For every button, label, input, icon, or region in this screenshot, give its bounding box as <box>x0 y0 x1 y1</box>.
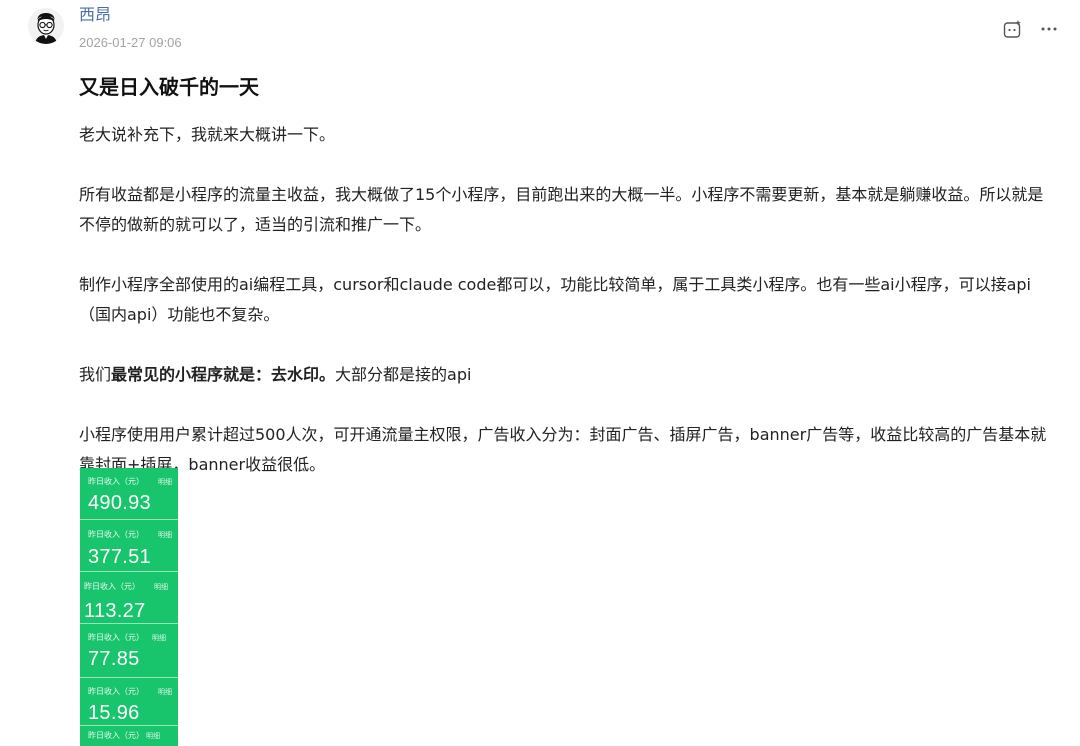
post-actions <box>1002 18 1060 40</box>
revenue-value: 113.27 <box>84 600 146 622</box>
paragraph-common-apps-post: 大部分都是接的api <box>335 365 472 384</box>
revenue-value: 377.51 <box>88 546 151 568</box>
paragraph-common-apps-pre: 我们 <box>79 365 112 384</box>
revenue-screenshot-image[interactable]: 昨日收入（元） 明细 490.93 昨日收入（元） 明细 377.51 昨日收入… <box>80 468 178 746</box>
post-timestamp: 2026-01-27 09:06 <box>79 35 182 50</box>
revenue-detail-link: 明细 <box>158 688 172 696</box>
paragraph-intro: 老大说补充下，我就来大概讲一下。 <box>79 125 336 144</box>
revenue-detail-link: 明细 <box>154 583 168 591</box>
revenue-card: 昨日收入（元） 明细 490.93 <box>80 468 178 520</box>
revenue-label: 昨日收入（元） <box>84 582 140 591</box>
paragraph-tools: 制作小程序全部使用的ai编程工具，cursor和claude code都可以，功… <box>79 275 1031 324</box>
revenue-detail-link: 明细 <box>152 634 166 642</box>
paragraph-common-apps: 我们最常见的小程序就是：去水印。大部分都是接的api <box>79 360 1059 390</box>
revenue-label: 昨日收入（元） <box>88 530 144 539</box>
author-name[interactable]: 西昂 <box>79 4 111 26</box>
revenue-card: 昨日收入（元） 明细 15.96 <box>80 678 178 726</box>
paragraph-ad-revenue: 小程序使用用户累计超过500人次，可开通流量主权限，广告收入分为：封面广告、插屏… <box>79 425 1047 474</box>
cartoon-man-avatar-icon <box>28 8 64 44</box>
revenue-label: 昨日收入（元） <box>88 687 144 696</box>
revenue-card: 昨日收入（元） 明细 <box>80 726 178 746</box>
revenue-label: 昨日收入（元） <box>88 731 144 740</box>
revenue-detail-link: 明细 <box>158 478 172 486</box>
revenue-card: 昨日收入（元） 明细 77.85 <box>80 624 178 678</box>
revenue-label: 昨日收入（元） <box>88 477 144 486</box>
revenue-label: 昨日收入（元） <box>88 633 144 642</box>
post-title: 又是日入破千的一天 <box>79 75 259 99</box>
revenue-card: 昨日收入（元） 明细 113.27 <box>80 572 178 624</box>
revenue-detail-link: 明细 <box>158 531 172 539</box>
paragraph-revenue-source: 所有收益都是小程序的流量主收益，我大概做了15个小程序，目前跑出来的大概一半。小… <box>79 185 1044 234</box>
paragraph-common-apps-bold: 最常见的小程序就是：去水印。 <box>111 365 336 384</box>
revenue-value: 77.85 <box>88 648 140 670</box>
revenue-value: 15.96 <box>88 702 140 724</box>
revenue-detail-link: 明细 <box>146 732 160 740</box>
revenue-card: 昨日收入（元） 明细 377.51 <box>80 520 178 572</box>
revenue-value: 490.93 <box>88 492 151 514</box>
ai-robot-icon[interactable] <box>1002 18 1024 40</box>
avatar[interactable] <box>28 8 64 44</box>
post-body: 老大说补充下，我就来大概讲一下。 所有收益都是小程序的流量主收益，我大概做了15… <box>79 120 1059 510</box>
more-horizontal-icon[interactable] <box>1038 18 1060 40</box>
